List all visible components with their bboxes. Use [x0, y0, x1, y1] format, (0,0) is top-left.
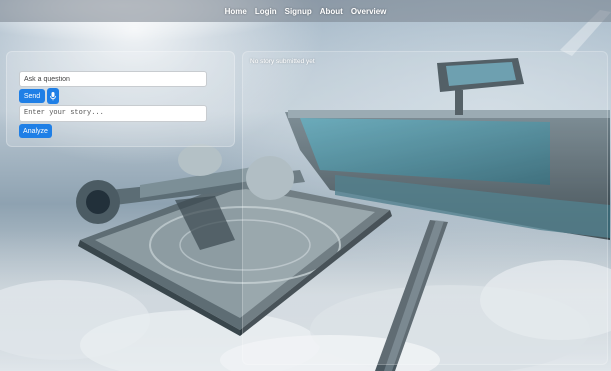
nav-link-signup[interactable]: Signup: [285, 7, 312, 16]
analyze-button[interactable]: Analyze: [19, 124, 52, 138]
nav-link-overview[interactable]: Overview: [351, 7, 387, 16]
microphone-button[interactable]: [47, 88, 59, 104]
nav-link-home[interactable]: Home: [225, 7, 247, 16]
nav-link-about[interactable]: About: [320, 7, 343, 16]
nav-link-login[interactable]: Login: [255, 7, 277, 16]
top-navbar: Home Login Signup About Overview: [0, 0, 611, 22]
result-status-text: No story submitted yet: [250, 58, 315, 65]
story-textarea[interactable]: [19, 105, 207, 122]
result-panel: [242, 51, 608, 365]
question-input[interactable]: [19, 71, 207, 87]
send-button[interactable]: Send: [19, 89, 45, 103]
microphone-icon: [50, 89, 56, 104]
